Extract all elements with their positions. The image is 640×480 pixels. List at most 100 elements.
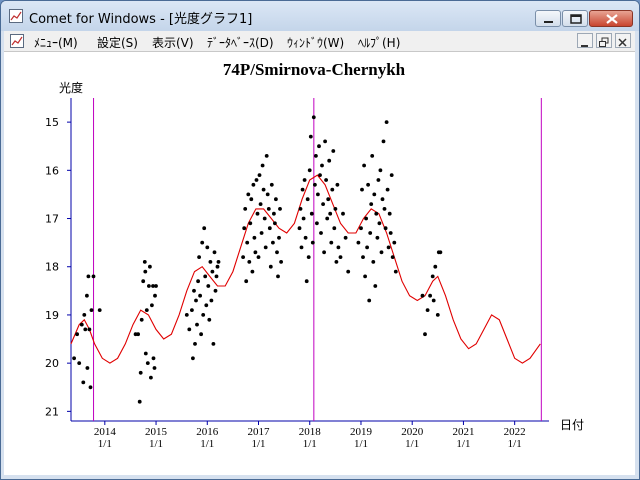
close-button[interactable] bbox=[589, 10, 633, 27]
x-tick-label: 2017 bbox=[248, 426, 271, 438]
observation-point bbox=[321, 202, 325, 207]
observation-point bbox=[390, 255, 395, 259]
observation-point bbox=[208, 260, 213, 264]
observation-point bbox=[330, 187, 335, 192]
observation-point bbox=[276, 274, 280, 279]
document-icon[interactable] bbox=[10, 34, 24, 48]
x-tick-label: 2014 bbox=[94, 426, 117, 438]
menu-item-view[interactable]: 表示(V) bbox=[152, 34, 194, 51]
observation-point bbox=[248, 221, 253, 226]
y-tick-label: 21 bbox=[45, 405, 59, 418]
y-axis-label: 光度 bbox=[59, 80, 83, 95]
observation-point bbox=[367, 298, 372, 303]
close-icon bbox=[618, 38, 627, 47]
observation-point bbox=[333, 207, 338, 211]
observation-point bbox=[366, 182, 370, 187]
observation-point bbox=[376, 178, 381, 182]
observation-point bbox=[318, 173, 322, 177]
mdi-restore-button[interactable] bbox=[596, 33, 612, 48]
observation-point bbox=[306, 255, 311, 259]
maximize-button[interactable] bbox=[562, 10, 588, 27]
restore-icon bbox=[599, 37, 609, 47]
observation-point bbox=[370, 154, 375, 158]
x-tick-label: 1/1 bbox=[303, 438, 317, 450]
title-bar[interactable]: Comet for Windows - [光度グラフ1] bbox=[1, 1, 639, 31]
observation-point bbox=[263, 245, 268, 250]
minimize-icon bbox=[581, 45, 588, 47]
observation-point bbox=[371, 260, 376, 264]
menu-item-help[interactable]: ﾍﾙﾌﾟ(H) bbox=[358, 34, 400, 51]
observation-point bbox=[316, 192, 320, 197]
x-tick-label: 2019 bbox=[350, 426, 373, 438]
observation-point bbox=[187, 327, 192, 332]
menu-item-settings[interactable]: 設定(S) bbox=[97, 34, 138, 51]
observation-point bbox=[382, 207, 387, 211]
observation-point bbox=[251, 182, 256, 187]
observation-point bbox=[363, 274, 367, 279]
observation-point bbox=[195, 322, 199, 327]
x-tick-label: 2015 bbox=[145, 426, 168, 438]
observation-point bbox=[299, 245, 304, 250]
observation-point bbox=[191, 356, 195, 361]
observation-point bbox=[253, 250, 258, 255]
observation-point bbox=[207, 317, 212, 322]
observation-point bbox=[242, 226, 247, 231]
observation-point bbox=[372, 192, 377, 197]
observation-point bbox=[420, 293, 425, 298]
menu-item-database[interactable]: ﾃﾞｰﾀﾍﾞｰｽ(D) bbox=[207, 34, 274, 51]
observation-point bbox=[364, 216, 368, 221]
y-tick-label: 20 bbox=[45, 357, 59, 370]
minimize-button[interactable] bbox=[535, 10, 561, 27]
observation-point bbox=[83, 327, 88, 332]
observation-point bbox=[335, 182, 340, 187]
observation-point bbox=[192, 288, 196, 293]
y-tick-label: 17 bbox=[45, 213, 59, 226]
observation-point bbox=[277, 235, 281, 240]
observation-point bbox=[250, 269, 255, 274]
observation-point bbox=[87, 327, 92, 332]
observation-point bbox=[393, 269, 398, 274]
observation-point bbox=[138, 370, 143, 375]
observation-point bbox=[267, 226, 272, 231]
observation-point bbox=[143, 351, 148, 356]
x-tick-label: 2016 bbox=[196, 426, 219, 438]
observation-point bbox=[302, 178, 307, 182]
observation-point bbox=[91, 274, 96, 279]
observation-point bbox=[279, 260, 283, 264]
mdi-minimize-button[interactable] bbox=[577, 33, 593, 48]
observation-point bbox=[428, 293, 432, 298]
menu-item-window[interactable]: ｳｨﾝﾄﾞｳ(W) bbox=[287, 34, 344, 51]
menu-item-menu[interactable]: ﾒﾆｭｰ(M) bbox=[34, 34, 78, 51]
observation-point bbox=[241, 255, 246, 259]
observation-points bbox=[72, 115, 443, 404]
observation-point bbox=[206, 284, 211, 288]
observation-point bbox=[141, 279, 146, 284]
observation-point bbox=[268, 264, 273, 269]
minimize-icon bbox=[544, 21, 553, 23]
observation-point bbox=[199, 332, 204, 337]
observation-point bbox=[77, 361, 82, 365]
observation-point bbox=[72, 356, 76, 361]
observation-point bbox=[149, 375, 153, 380]
observation-point bbox=[215, 264, 220, 269]
observation-point bbox=[145, 361, 150, 365]
observation-point bbox=[88, 385, 93, 390]
mdi-close-button[interactable] bbox=[615, 33, 631, 48]
observation-point bbox=[325, 216, 330, 221]
observation-point bbox=[308, 134, 313, 139]
observation-point bbox=[327, 158, 332, 163]
observation-point bbox=[359, 226, 363, 231]
observation-point bbox=[425, 308, 430, 312]
predicted-magnitude-curve bbox=[70, 174, 541, 364]
x-tick-label: 1/1 bbox=[200, 438, 214, 450]
observation-point bbox=[303, 235, 308, 240]
observation-point bbox=[323, 139, 327, 144]
observation-point bbox=[81, 380, 86, 385]
observation-point bbox=[97, 308, 102, 312]
observation-point bbox=[336, 245, 341, 250]
observation-point bbox=[298, 207, 303, 211]
observation-point bbox=[368, 231, 373, 235]
observation-point bbox=[378, 168, 383, 173]
brightness-chart: 74P/Smirnova-Chernykh 光度 日付 15 16 17 18 19 20… bbox=[45, 60, 584, 450]
observation-point bbox=[198, 293, 203, 298]
